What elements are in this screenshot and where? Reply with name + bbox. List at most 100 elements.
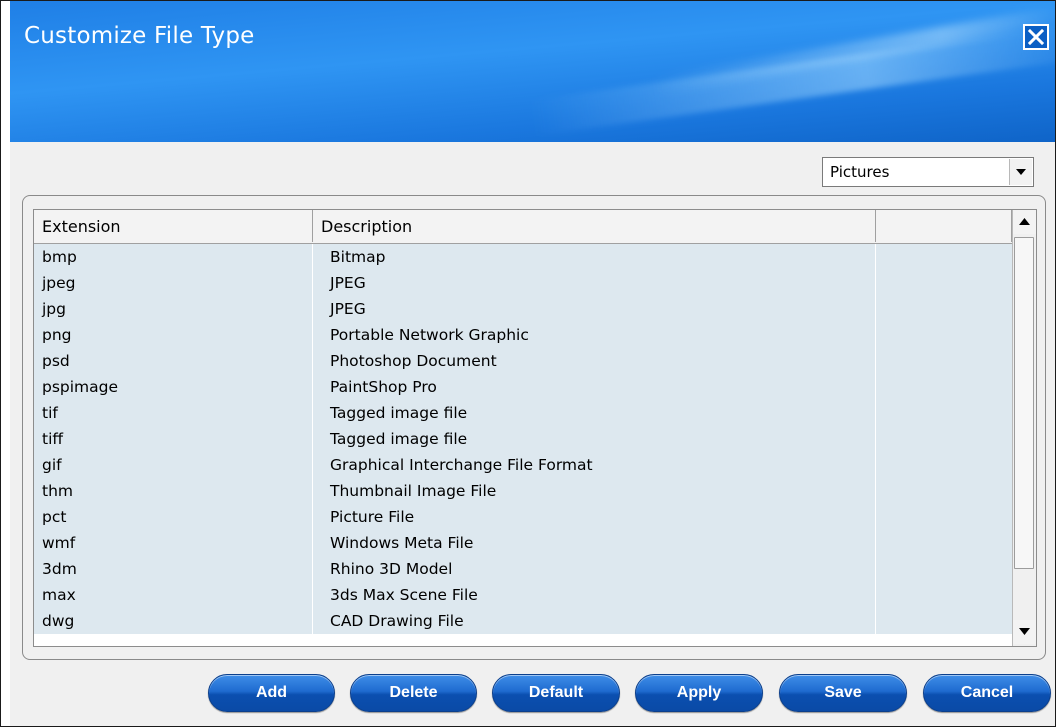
description-cell: Portable Network Graphic — [330, 326, 529, 344]
column-divider — [312, 530, 313, 556]
cancel-button[interactable]: Cancel — [923, 674, 1051, 712]
customize-file-type-dialog: Customize File Type Pictures Extension D… — [0, 0, 1056, 727]
table-row[interactable]: psd Photoshop Document — [34, 348, 1012, 374]
table-row[interactable]: thm Thumbnail Image File — [34, 478, 1012, 504]
extension-cell: thm — [42, 482, 73, 500]
delete-button[interactable]: Delete — [350, 674, 477, 712]
column-divider — [875, 322, 876, 348]
scroll-up-arrow-icon — [1019, 218, 1030, 225]
file-category-dropdown[interactable]: Pictures — [822, 157, 1034, 187]
description-cell: CAD Drawing File — [330, 612, 464, 630]
table-row[interactable]: png Portable Network Graphic — [34, 322, 1012, 348]
column-divider — [312, 582, 313, 608]
table-row[interactable]: jpg JPEG — [34, 296, 1012, 322]
column-divider — [312, 348, 313, 374]
column-divider — [875, 582, 876, 608]
close-button[interactable] — [1023, 24, 1049, 50]
table-row[interactable]: max 3ds Max Scene File — [34, 582, 1012, 608]
description-cell: Windows Meta File — [330, 534, 474, 552]
table-row[interactable]: tif Tagged image file — [34, 400, 1012, 426]
description-cell: Tagged image file — [330, 404, 468, 422]
table-row[interactable]: tiff Tagged image file — [34, 426, 1012, 452]
column-divider — [312, 478, 313, 504]
description-cell: JPEG — [330, 300, 366, 318]
window-left-edge — [1, 1, 10, 142]
apply-button[interactable]: Apply — [635, 674, 763, 712]
scroll-down-button[interactable] — [1013, 620, 1036, 644]
extension-cell: jpeg — [42, 274, 76, 292]
table-row[interactable]: pct Picture File — [34, 504, 1012, 530]
extension-cell: pspimage — [42, 378, 119, 396]
column-divider — [312, 322, 313, 348]
description-cell: Bitmap — [330, 248, 386, 266]
column-header-extra[interactable] — [876, 210, 1012, 242]
close-icon — [1028, 29, 1044, 45]
title-bar-highlight — [530, 22, 1055, 136]
description-cell: Rhino 3D Model — [330, 560, 453, 578]
title-bar[interactable]: Customize File Type — [10, 1, 1055, 142]
list-header: Extension Description — [34, 210, 1012, 244]
extension-cell: tif — [42, 404, 58, 422]
column-divider — [875, 530, 876, 556]
column-divider — [312, 426, 313, 452]
column-divider — [312, 270, 313, 296]
table-row[interactable]: 3dm Rhino 3D Model — [34, 556, 1012, 582]
table-row[interactable]: bmp Bitmap — [34, 244, 1012, 270]
extension-cell: pct — [42, 508, 67, 526]
description-cell: Graphical Interchange File Format — [330, 456, 593, 474]
chevron-down-icon — [1016, 169, 1026, 175]
table-row[interactable]: wmf Windows Meta File — [34, 530, 1012, 556]
column-divider — [312, 452, 313, 478]
file-type-list[interactable]: Extension Description bmp Bitmap jpeg JPEG… — [33, 209, 1037, 647]
extension-cell: bmp — [42, 248, 77, 266]
description-cell: PaintShop Pro — [330, 378, 437, 396]
window-left-margin — [1, 142, 10, 726]
file-category-selected: Pictures — [830, 163, 890, 181]
scrollbar-thumb[interactable] — [1014, 237, 1034, 569]
column-divider — [312, 374, 313, 400]
extension-cell: max — [42, 586, 76, 604]
table-row[interactable]: gif Graphical Interchange File Format — [34, 452, 1012, 478]
description-cell: Picture File — [330, 508, 415, 526]
column-divider — [875, 478, 876, 504]
column-divider — [875, 400, 876, 426]
column-divider — [875, 426, 876, 452]
extension-cell: png — [42, 326, 72, 344]
description-cell: Tagged image file — [330, 430, 468, 448]
extension-cell: tiff — [42, 430, 64, 448]
scroll-up-button[interactable] — [1013, 210, 1036, 234]
extension-cell: 3dm — [42, 560, 77, 578]
column-divider — [875, 374, 876, 400]
vertical-scrollbar[interactable] — [1012, 210, 1036, 646]
add-button[interactable]: Add — [208, 674, 335, 712]
column-divider — [875, 608, 876, 634]
extension-cell: gif — [42, 456, 62, 474]
description-cell: Photoshop Document — [330, 352, 497, 370]
column-divider — [312, 296, 313, 322]
table-row[interactable]: dwg CAD Drawing File — [34, 608, 1012, 634]
column-divider — [875, 452, 876, 478]
column-divider — [312, 504, 313, 530]
column-divider — [875, 504, 876, 530]
dropdown-arrow-button[interactable] — [1009, 159, 1032, 185]
column-divider — [312, 556, 313, 582]
column-divider — [875, 556, 876, 582]
description-cell: 3ds Max Scene File — [330, 586, 478, 604]
column-divider — [875, 348, 876, 374]
list-rows: bmp Bitmap jpeg JPEG jpg JPEG png Portable N… — [34, 244, 1012, 634]
extension-cell: jpg — [42, 300, 66, 318]
extension-cell: wmf — [42, 534, 76, 552]
extension-cell: psd — [42, 352, 70, 370]
window-title: Customize File Type — [24, 23, 255, 49]
save-button[interactable]: Save — [779, 674, 907, 712]
table-row[interactable]: jpeg JPEG — [34, 270, 1012, 296]
table-row[interactable]: pspimage PaintShop Pro — [34, 374, 1012, 400]
column-divider — [312, 244, 313, 270]
column-divider — [875, 296, 876, 322]
default-button[interactable]: Default — [492, 674, 620, 712]
column-header-extension[interactable]: Extension — [34, 210, 313, 242]
column-header-description[interactable]: Description — [313, 210, 876, 242]
column-divider — [312, 608, 313, 634]
column-divider — [875, 244, 876, 270]
scroll-down-arrow-icon — [1019, 628, 1030, 635]
